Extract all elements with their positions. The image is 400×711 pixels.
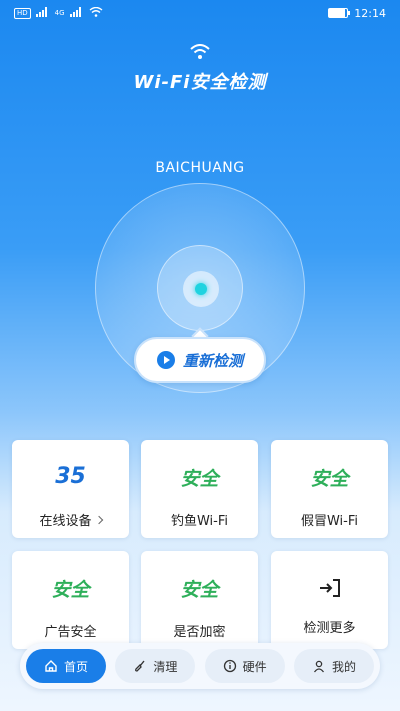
wifi-logo-icon	[0, 44, 400, 64]
status-left: HD 4G	[14, 6, 103, 20]
nav-label: 清理	[153, 659, 178, 674]
page-title: Wi-Fi安全检测	[133, 72, 267, 93]
status-bar: HD 4G 12:14	[0, 0, 400, 26]
card-ad-security[interactable]: 安全 广告安全	[12, 551, 129, 649]
card-label: 在线设备	[39, 510, 103, 529]
radar-dot	[195, 283, 207, 295]
card-encryption[interactable]: 安全 是否加密	[141, 551, 258, 649]
user-icon	[312, 659, 326, 673]
nav-profile[interactable]: 我的	[293, 649, 374, 683]
signal-icon-2	[69, 6, 84, 20]
card-fake-wifi[interactable]: 安全 假冒Wi-Fi	[271, 440, 388, 538]
signal-icon	[35, 6, 50, 20]
info-icon	[223, 659, 237, 673]
status-right: 12:14	[328, 7, 386, 20]
radar-core	[183, 271, 219, 307]
phishing-status: 安全	[180, 468, 219, 490]
card-phishing-wifi[interactable]: 安全 钓鱼Wi-Fi	[141, 440, 258, 538]
chevron-right-icon	[94, 515, 103, 524]
battery-fill	[329, 9, 345, 17]
wifi-ssid: BAICHUANG	[155, 160, 245, 176]
card-label: 检测更多	[303, 621, 356, 636]
broom-icon	[133, 659, 147, 673]
card-label-text: 在线设备	[39, 514, 92, 529]
wifi-status-icon	[89, 6, 103, 20]
fake-wifi-status: 安全	[310, 468, 349, 490]
play-icon	[156, 351, 175, 369]
enter-arrow-icon	[318, 577, 342, 599]
online-device-count: 35	[55, 464, 86, 489]
card-online-devices[interactable]: 35 在线设备	[12, 440, 129, 538]
nav-clean[interactable]: 清理	[115, 649, 196, 683]
card-label: 钓鱼Wi-Fi	[170, 514, 228, 529]
clock: 12:14	[354, 6, 386, 20]
bottom-nav: 首页 清理 硬件 我的	[20, 643, 380, 689]
radar-ring	[157, 245, 243, 331]
network-type: 4G	[54, 9, 65, 17]
hd-badge: HD	[14, 7, 31, 19]
card-label: 假冒Wi-Fi	[300, 514, 358, 529]
card-label: 广告安全	[44, 625, 97, 640]
rescan-button[interactable]: 重新检测	[134, 337, 266, 383]
nav-hardware[interactable]: 硬件	[204, 649, 285, 683]
nav-label: 硬件	[242, 659, 267, 674]
card-label: 是否加密	[173, 625, 226, 640]
app-header: Wi-Fi安全检测	[0, 44, 400, 94]
encryption-status: 安全	[180, 579, 219, 601]
nav-label: 我的	[331, 659, 356, 674]
nav-home[interactable]: 首页	[26, 649, 106, 683]
battery-icon	[328, 8, 351, 18]
ad-security-status: 安全	[51, 579, 90, 601]
card-more-checks[interactable]: 检测更多	[271, 551, 388, 649]
home-icon	[44, 659, 58, 673]
nav-label: 首页	[63, 659, 88, 674]
rescan-label: 重新检测	[182, 351, 243, 370]
